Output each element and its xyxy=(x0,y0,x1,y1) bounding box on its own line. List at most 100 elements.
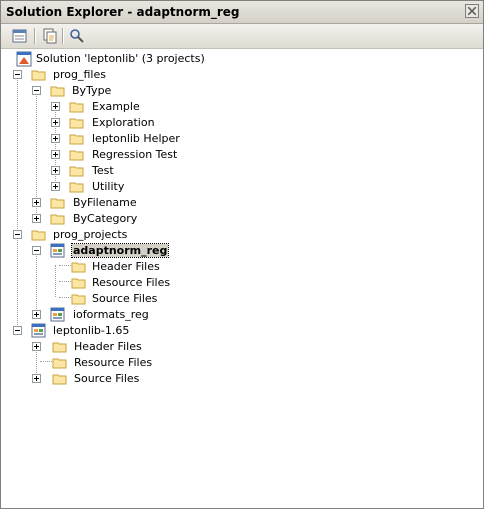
tree-item-label: Resource Files xyxy=(92,276,171,289)
open-folder-icon xyxy=(31,230,46,241)
tree-item-prog-files[interactable]: prog_files xyxy=(13,67,213,83)
collapse-toggle[interactable] xyxy=(13,70,22,79)
expand-toggle[interactable] xyxy=(32,214,41,223)
solution-explorer-window: Solution Explorer - adaptnorm_reg Soluti… xyxy=(0,0,484,509)
tree-item-label: Resource Files xyxy=(74,356,153,369)
close-button[interactable] xyxy=(465,4,479,18)
expand-toggle[interactable] xyxy=(51,150,60,159)
tree-line xyxy=(59,281,71,282)
tree-item-resource-files[interactable]: Resource Files xyxy=(52,355,252,371)
tree-item-label: ioformats_reg xyxy=(73,308,149,321)
tree-line xyxy=(40,361,52,362)
tree-item-label: Exploration xyxy=(92,116,155,129)
tree-item-leptonlib[interactable]: leptonlib-1.65 xyxy=(13,323,213,339)
tree-item-test[interactable]: Test xyxy=(51,163,251,179)
tree-item-header-files[interactable]: Header Files xyxy=(71,259,271,275)
tree-item-adaptnorm-reg[interactable]: adaptnorm_reg xyxy=(32,243,232,259)
expand-toggle[interactable] xyxy=(51,134,60,143)
tree-item-label: leptonlib-1.65 xyxy=(53,324,130,337)
expand-toggle[interactable] xyxy=(32,342,41,351)
properties-icon xyxy=(12,29,27,43)
tree-item-label: prog_projects xyxy=(53,228,128,241)
tree-item-label: ByType xyxy=(72,84,112,97)
tree-item-solution[interactable]: Solution 'leptonlib' (3 projects) xyxy=(16,51,216,67)
tree-item-label: Utility xyxy=(92,180,125,193)
expand-toggle[interactable] xyxy=(51,102,60,111)
open-folder-icon xyxy=(31,70,46,81)
folder-icon xyxy=(50,214,65,225)
tree-item-ioformats-reg[interactable]: ioformats_reg xyxy=(32,307,232,323)
tree-item-label: Solution 'leptonlib' (3 projects) xyxy=(36,52,205,65)
expand-toggle[interactable] xyxy=(51,118,60,127)
folder-icon xyxy=(69,134,84,145)
tree-line xyxy=(59,265,71,266)
window-title: Solution Explorer - adaptnorm_reg xyxy=(6,5,240,19)
tree-item-prog-projects[interactable]: prog_projects xyxy=(13,227,213,243)
folder-icon xyxy=(52,358,67,369)
tree-item-label: prog_files xyxy=(53,68,106,81)
collapse-toggle[interactable] xyxy=(13,230,22,239)
toolbar xyxy=(1,24,483,49)
open-folder-icon xyxy=(50,86,65,97)
folder-icon xyxy=(69,166,84,177)
properties-button[interactable] xyxy=(11,27,29,45)
tree-item-label: adaptnorm_reg xyxy=(70,243,170,258)
tree-item-header-files[interactable]: Header Files xyxy=(32,339,232,355)
tree-item-label: ByFilename xyxy=(73,196,137,209)
tree-line xyxy=(59,297,71,298)
tree-item-utility[interactable]: Utility xyxy=(51,179,251,195)
tree-item-resource-files[interactable]: Resource Files xyxy=(71,275,271,291)
tree-item-exploration[interactable]: Exploration xyxy=(51,115,251,131)
folder-icon xyxy=(71,262,86,273)
folder-icon xyxy=(71,294,86,305)
tree-item-label: leptonlib Helper xyxy=(92,132,180,145)
title-bar[interactable]: Solution Explorer - adaptnorm_reg xyxy=(1,1,483,24)
project-icon xyxy=(50,243,65,258)
tree-item-regression-test[interactable]: Regression Test xyxy=(51,147,251,163)
collapse-toggle[interactable] xyxy=(32,246,41,255)
tree-item-byfilename[interactable]: ByFilename xyxy=(32,195,232,211)
folder-icon xyxy=(71,278,86,289)
expand-toggle[interactable] xyxy=(32,198,41,207)
tree-item-source-files[interactable]: Source Files xyxy=(71,291,271,307)
folder-icon xyxy=(50,198,65,209)
tree-item-label: Example xyxy=(92,100,140,113)
solution-tree[interactable]: Solution 'leptonlib' (3 projects) prog_f… xyxy=(1,49,483,508)
folder-icon xyxy=(52,374,67,385)
expand-toggle[interactable] xyxy=(51,182,60,191)
toolbar-separator xyxy=(62,28,64,44)
tree-item-label: Header Files xyxy=(92,260,160,273)
close-icon xyxy=(468,7,476,15)
tree-item-label: Regression Test xyxy=(92,148,178,161)
tree-item-label: Header Files xyxy=(74,340,142,353)
tree-item-leptonlib-helper[interactable]: leptonlib Helper xyxy=(51,131,251,147)
collapse-toggle[interactable] xyxy=(13,326,22,335)
tree-item-bycategory[interactable]: ByCategory xyxy=(32,211,232,227)
show-all-files-icon xyxy=(43,28,57,44)
tree-item-source-files[interactable]: Source Files xyxy=(32,371,232,387)
refresh-button[interactable] xyxy=(68,27,86,45)
show-all-files-button[interactable] xyxy=(41,27,59,45)
toolbar-separator xyxy=(34,28,36,44)
collapse-toggle[interactable] xyxy=(32,86,41,95)
folder-icon xyxy=(69,150,84,161)
tree-item-label: Source Files xyxy=(92,292,158,305)
folder-icon xyxy=(69,118,84,129)
tree-item-label: ByCategory xyxy=(73,212,138,225)
tree-item-label: Source Files xyxy=(74,372,140,385)
tree-item-label: Test xyxy=(92,164,114,177)
expand-toggle[interactable] xyxy=(51,166,60,175)
tree-line xyxy=(55,265,56,297)
folder-icon xyxy=(69,102,84,113)
folder-icon xyxy=(69,182,84,193)
refresh-icon xyxy=(70,29,84,43)
solution-icon xyxy=(16,51,32,67)
folder-icon xyxy=(52,342,67,353)
tree-item-example[interactable]: Example xyxy=(51,99,251,115)
project-icon xyxy=(50,307,65,322)
expand-toggle[interactable] xyxy=(32,310,41,319)
expand-toggle[interactable] xyxy=(32,374,41,383)
tree-line xyxy=(17,73,18,329)
tree-item-bytype[interactable]: ByType xyxy=(32,83,232,99)
project-icon xyxy=(31,323,46,338)
